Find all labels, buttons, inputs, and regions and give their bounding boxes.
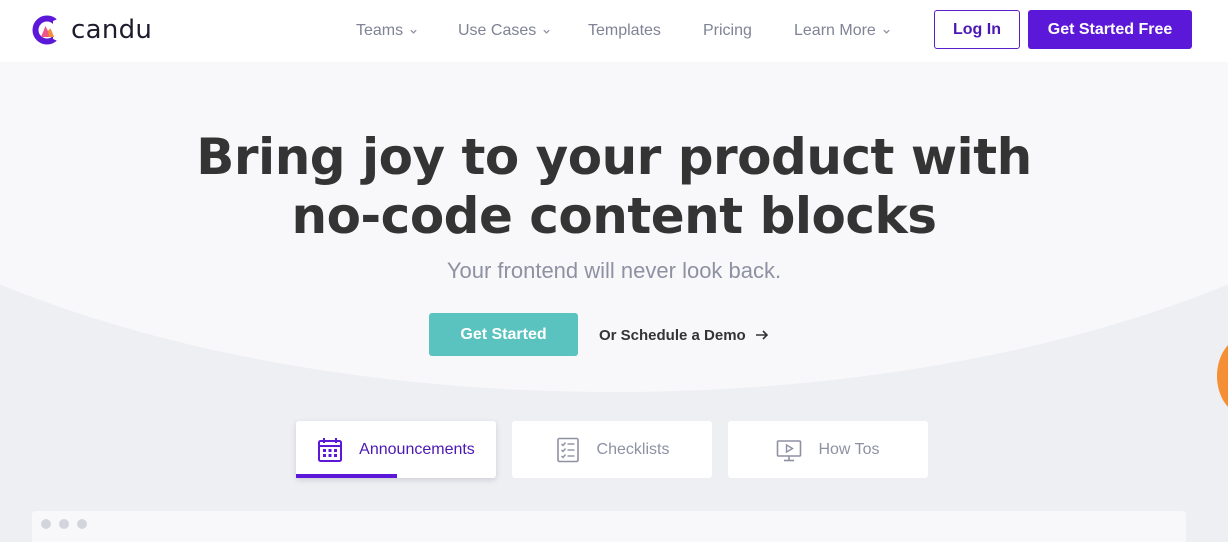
get-started-button[interactable]: Get Started xyxy=(429,313,578,356)
candu-logo-icon xyxy=(32,15,62,45)
site-header: candu Teams Use Cases Templates Pricing … xyxy=(0,0,1228,62)
nav-use-cases[interactable]: Use Cases xyxy=(458,20,551,42)
calendar-icon xyxy=(318,437,343,462)
nav-teams-label: Teams xyxy=(356,22,404,39)
window-dot xyxy=(59,519,69,529)
schedule-demo-label: Or Schedule a Demo xyxy=(599,326,746,344)
video-monitor-icon xyxy=(777,439,802,461)
logo-wordmark: candu xyxy=(71,15,153,45)
window-dot xyxy=(41,519,51,529)
active-tab-indicator xyxy=(296,474,397,478)
hero-subtitle: Your frontend will never look back. xyxy=(446,258,782,283)
nav-templates[interactable]: Templates xyxy=(588,20,661,42)
nav-learn-more-label: Learn More xyxy=(794,22,876,39)
nav-pricing[interactable]: Pricing xyxy=(703,20,752,42)
window-dot xyxy=(77,519,87,529)
tab-how-tos-label: How Tos xyxy=(818,440,880,458)
tab-checklists-label: Checklists xyxy=(596,440,670,458)
nav-templates-label: Templates xyxy=(588,22,661,39)
nav-use-cases-label: Use Cases xyxy=(458,22,537,39)
nav-pricing-label: Pricing xyxy=(703,22,752,39)
nav-learn-more[interactable]: Learn More xyxy=(794,20,891,42)
hero-title-line2: no-code content blocks xyxy=(291,187,937,245)
tab-how-tos[interactable]: How Tos xyxy=(728,421,928,478)
arrow-right-icon xyxy=(755,330,768,340)
browser-mockup-frame xyxy=(32,511,1186,542)
tab-announcements-label: Announcements xyxy=(359,440,475,458)
chevron-down-icon xyxy=(883,29,890,34)
hero-title: Bring joy to your product with no-code c… xyxy=(150,128,1078,246)
candu-logo[interactable]: candu xyxy=(32,13,152,47)
nav-teams[interactable]: Teams xyxy=(356,20,418,42)
schedule-demo-link[interactable]: Or Schedule a Demo xyxy=(599,324,769,346)
login-button[interactable]: Log In xyxy=(934,10,1020,49)
chevron-down-icon xyxy=(543,29,550,34)
get-started-free-button[interactable]: Get Started Free xyxy=(1028,10,1192,49)
tab-checklists[interactable]: Checklists xyxy=(512,421,712,478)
checklist-icon xyxy=(556,437,579,462)
hero-title-line1: Bring joy to your product with xyxy=(196,128,1032,186)
tab-announcements[interactable]: Announcements xyxy=(296,421,496,478)
chevron-down-icon xyxy=(410,29,417,34)
